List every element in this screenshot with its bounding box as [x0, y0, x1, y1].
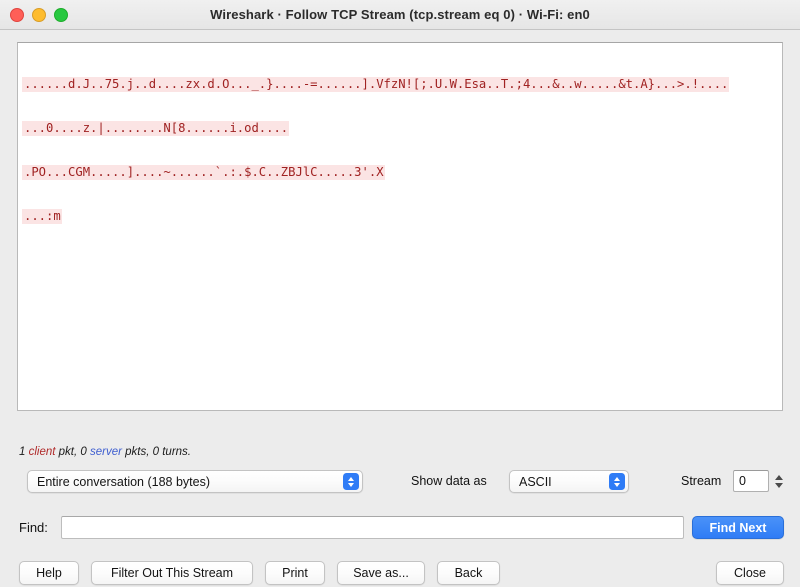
client-suffix: pkt, [55, 446, 81, 458]
client-label: client [28, 446, 56, 458]
stream-text: ......d.J..75.j..d....zx.d.O..._.}....-=… [22, 48, 778, 252]
print-button[interactable]: Print [265, 561, 325, 585]
stepper-up-icon[interactable] [774, 474, 783, 480]
show-data-as-select[interactable]: ASCII [509, 470, 629, 493]
traffic-lights [10, 0, 68, 29]
stream-line: ......d.J..75.j..d....zx.d.O..._.}....-=… [22, 77, 778, 93]
packet-summary-status: 1 client pkt, 0 server pkts, 0 turns. [19, 446, 191, 458]
stream-number-label: Stream [681, 474, 722, 488]
show-data-as-value: ASCII [519, 474, 552, 489]
filter-out-stream-button[interactable]: Filter Out This Stream [91, 561, 253, 585]
save-as-button[interactable]: Save as... [337, 561, 425, 585]
window-title: Wireshark · Follow TCP Stream (tcp.strea… [210, 7, 590, 22]
stream-controls-row: Entire conversation (188 bytes) Show dat… [0, 469, 800, 495]
find-next-button[interactable]: Find Next [692, 516, 784, 539]
stream-line: ...:m [22, 208, 778, 224]
help-button[interactable]: Help [19, 561, 79, 585]
conversation-select-label: Entire conversation (188 bytes) [37, 474, 211, 489]
follow-tcp-stream-window: Wireshark · Follow TCP Stream (tcp.strea… [0, 0, 800, 585]
server-suffix: pkts, 0 turns. [121, 446, 191, 458]
chevron-updown-icon [343, 473, 359, 490]
dialog-body: ......d.J..75.j..d....zx.d.O..._.}....-=… [0, 30, 800, 585]
maximize-window-icon[interactable] [54, 7, 68, 22]
chevron-updown-icon [609, 473, 625, 490]
stream-line: .PO...CGM.....]....~......`.:.$.C..ZBJlC… [22, 164, 778, 180]
show-data-as-label: Show data as [411, 474, 487, 488]
stream-line-text: ......d.J..75.j..d....zx.d.O..._.}....-=… [22, 77, 730, 93]
stream-number-stepper-icon[interactable] [772, 470, 785, 492]
server-label: server [90, 446, 122, 458]
find-input[interactable] [61, 516, 684, 539]
minimize-window-icon[interactable] [32, 7, 46, 22]
stream-line-text: ...0....z.|........N[8......i.od.... [22, 120, 290, 136]
close-dialog-button[interactable]: Close [716, 561, 784, 585]
conversation-select[interactable]: Entire conversation (188 bytes) [27, 470, 363, 493]
close-window-icon[interactable] [10, 7, 24, 22]
find-row: Find: Find Next [0, 516, 800, 542]
stream-number-input[interactable]: 0 [733, 470, 769, 492]
back-button[interactable]: Back [437, 561, 500, 585]
stream-line-text: .PO...CGM.....]....~......`.:.$.C..ZBJlC… [22, 164, 385, 180]
stream-line: ...0....z.|........N[8......i.od.... [22, 120, 778, 136]
stream-content-area[interactable]: ......d.J..75.j..d....zx.d.O..._.}....-=… [17, 42, 783, 411]
stepper-down-icon[interactable] [774, 482, 783, 488]
dialog-button-row: Help Filter Out This Stream Print Save a… [0, 561, 800, 587]
window-titlebar: Wireshark · Follow TCP Stream (tcp.strea… [0, 0, 800, 30]
stream-line-text: ...:m [22, 208, 62, 224]
find-label: Find: [19, 520, 48, 535]
